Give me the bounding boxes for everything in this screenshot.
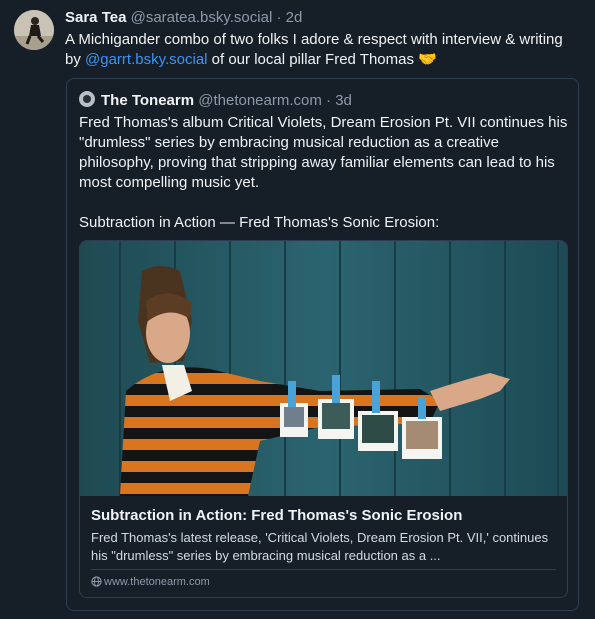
quote-separator-dot: ·: [326, 92, 332, 109]
globe-icon: [91, 576, 102, 587]
card-domain[interactable]: www.thetonearm.com: [91, 576, 210, 588]
card-description: Fred Thomas's latest release, 'Critical …: [91, 530, 549, 563]
post-text: A Michigander combo of two folks I adore…: [65, 30, 580, 70]
author-avatar[interactable]: [14, 10, 54, 50]
quoted-post[interactable]: The Tonearm @thetonearm.com · 3d Fred Th…: [66, 78, 579, 611]
quote-author-name[interactable]: The Tonearm: [101, 92, 194, 109]
quote-age[interactable]: 3d: [335, 92, 352, 109]
author-name[interactable]: Sara Tea: [65, 9, 126, 26]
post-age[interactable]: 2d: [286, 9, 303, 26]
post-header: Sara Tea @saratea.bsky.social · 2d: [65, 9, 302, 27]
quote-header: The Tonearm @thetonearm.com · 3d: [79, 91, 352, 110]
quote-avatar[interactable]: [79, 91, 95, 107]
quote-author-handle[interactable]: @thetonearm.com: [198, 92, 322, 109]
author-handle[interactable]: @saratea.bsky.social: [131, 9, 273, 26]
link-card[interactable]: Subtraction in Action: Fred Thomas's Son…: [79, 240, 568, 598]
card-title[interactable]: Subtraction in Action: Fred Thomas's Son…: [91, 507, 462, 524]
card-divider: [91, 569, 556, 570]
card-domain-text: www.thetonearm.com: [104, 576, 210, 588]
separator-dot: ·: [276, 9, 282, 26]
quote-text: Fred Thomas's album Critical Violets, Dr…: [79, 114, 568, 231]
post-text-end: of our local pillar Fred Thomas 🤝: [207, 51, 437, 68]
mention-link[interactable]: @garrt.bsky.social: [85, 51, 207, 68]
article-photo: [80, 241, 567, 496]
